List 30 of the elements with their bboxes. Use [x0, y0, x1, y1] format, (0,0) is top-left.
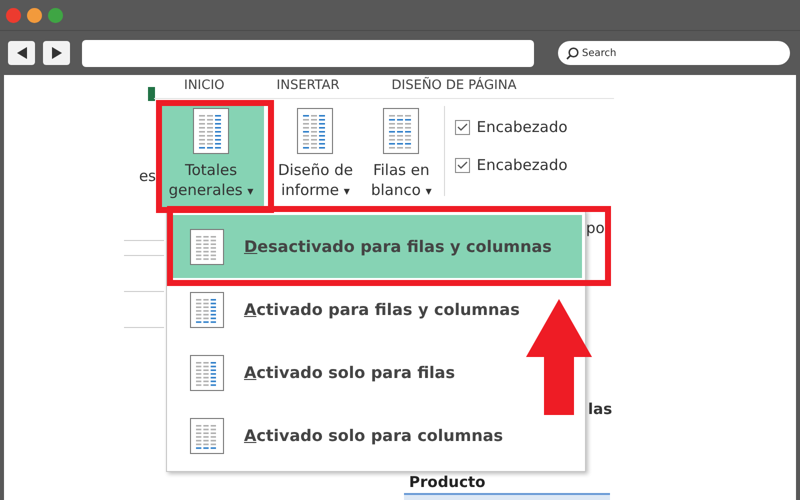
- tab-marker: [148, 87, 155, 101]
- table-icon: [193, 108, 229, 154]
- cell-text: po: [586, 219, 605, 237]
- back-icon: [16, 47, 26, 59]
- cell-text: las: [588, 400, 612, 418]
- checkbox-label: Encabezado: [476, 156, 568, 174]
- ribbon-button[interactable]: Filas en blanco ▾: [366, 100, 436, 210]
- table-icon: [190, 228, 224, 264]
- ribbon-tab[interactable]: INSERTAR: [276, 78, 340, 98]
- table-icon: [190, 418, 224, 454]
- checkbox[interactable]: [454, 120, 470, 134]
- address-field[interactable]: [82, 40, 534, 66]
- back-button[interactable]: [8, 41, 35, 65]
- minimize-light[interactable]: [27, 8, 42, 22]
- ribbon-button[interactable]: Diseño de informe ▾: [274, 100, 357, 210]
- ribbon-tab[interactable]: DISEÑO DE PÁGINA: [392, 78, 516, 98]
- forward-button[interactable]: [43, 41, 70, 65]
- checkbox-label: Encabezado: [476, 118, 568, 136]
- table-icon: [190, 354, 224, 390]
- table-icon: [190, 292, 224, 328]
- ribbon-label: es: [138, 167, 157, 185]
- table-icon: [297, 108, 334, 154]
- search-field[interactable]: Search: [558, 41, 790, 65]
- menu-item[interactable]: Desactivado para filas y columnas: [170, 215, 582, 278]
- forward-icon: [52, 47, 62, 59]
- search-icon: [566, 47, 579, 60]
- table-icon: [383, 108, 420, 154]
- checkbox[interactable]: [454, 158, 470, 172]
- ribbon-tab[interactable]: INICIO: [184, 78, 225, 98]
- column-header: Producto: [409, 473, 486, 491]
